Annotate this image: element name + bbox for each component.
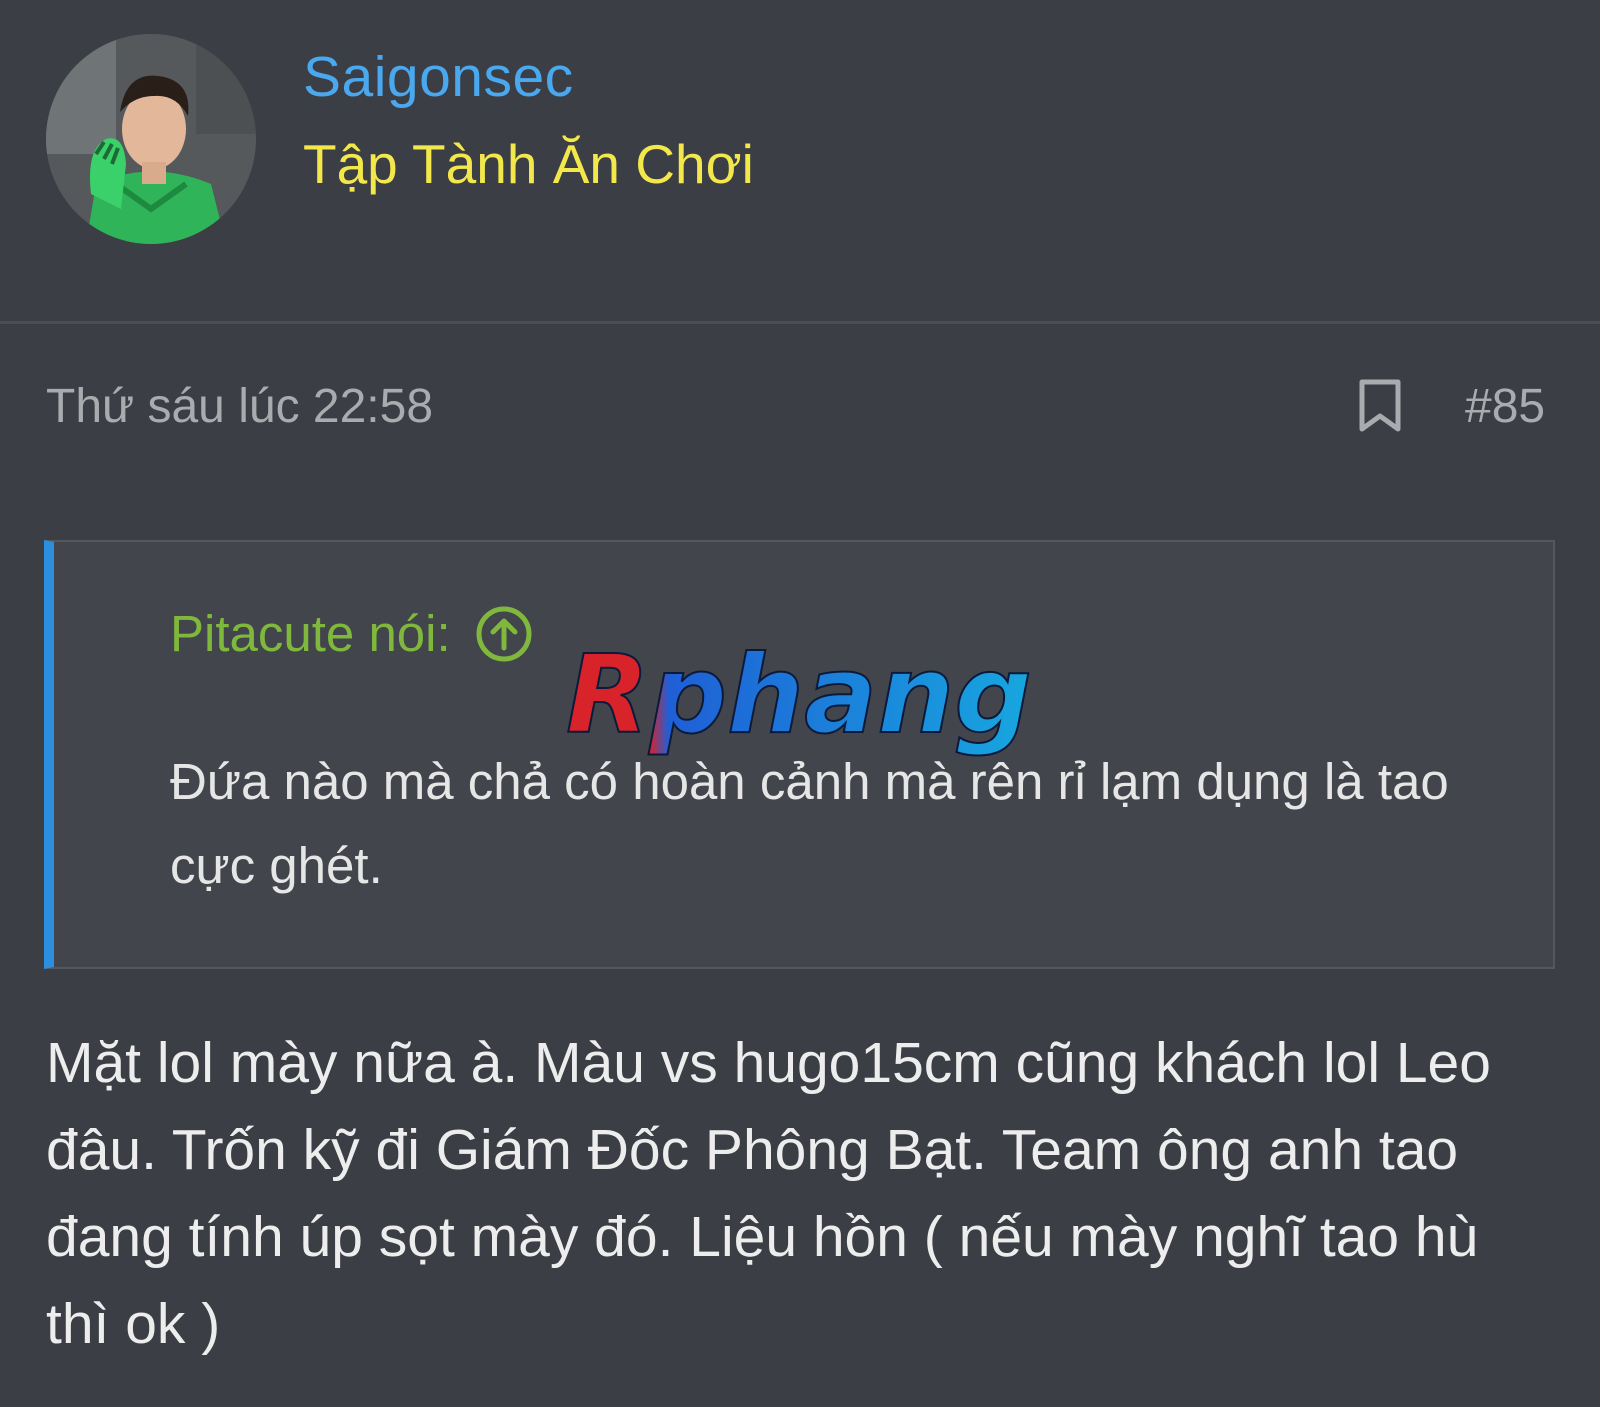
post-number-link[interactable]: #85 — [1465, 379, 1545, 434]
watermark-text: Rphang — [566, 640, 1032, 758]
post-header: Saigonsec Tập Tành Ăn Chơi — [0, 0, 1600, 324]
quote-author[interactable]: Pitacute nói: — [170, 604, 451, 663]
goalkeeper-avatar-icon — [46, 34, 256, 244]
quote-author-line: Pitacute nói: — [170, 604, 533, 663]
arrow-up-circle-icon[interactable] — [475, 605, 533, 663]
username-link[interactable]: Saigonsec — [303, 44, 574, 110]
post-body: Mặt lol mày nữa à. Màu vs hugo15cm cũng … — [46, 1031, 1491, 1356]
bookmark-icon[interactable] — [1357, 379, 1403, 433]
avatar[interactable] — [46, 34, 256, 244]
user-title: Tập Tành Ăn Chơi — [303, 133, 754, 195]
post-date[interactable]: Thứ sáu lúc 22:58 — [46, 379, 433, 434]
watermark-logo: Rphang — [565, 640, 1033, 759]
